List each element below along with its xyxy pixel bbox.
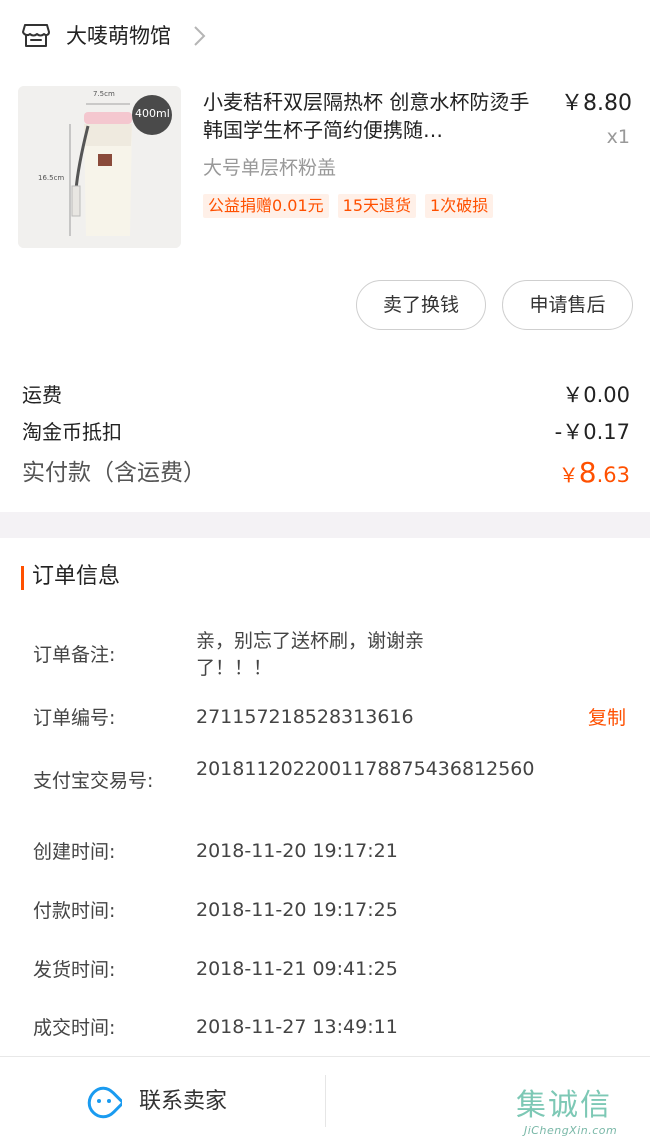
coin-deduction-row: 淘金币抵扣 -￥0.17 bbox=[22, 417, 630, 447]
product-sku: 大号单层杯粉盖 bbox=[203, 157, 337, 179]
paid-time-value: 2018-11-20 19:17:25 bbox=[196, 899, 398, 921]
paid-time-label: 付款时间: bbox=[33, 900, 116, 922]
height-label: 16.5cm bbox=[38, 174, 65, 182]
order-number-value: 271157218528313616 bbox=[196, 706, 414, 728]
watermark-logo-text: 集诚信 bbox=[516, 1088, 612, 1123]
chat-bubble-icon bbox=[87, 1086, 122, 1119]
total-currency: ￥ bbox=[558, 463, 579, 487]
shipped-time-value: 2018-11-21 09:41:25 bbox=[196, 958, 398, 980]
closed-time-label: 成交时间: bbox=[33, 1017, 116, 1039]
shipping-label: 运费 bbox=[22, 383, 62, 407]
alipay-trade-value: 2018112022001178875436812560 bbox=[196, 758, 535, 780]
order-number-label: 订单编号: bbox=[33, 707, 116, 729]
copy-button[interactable]: 复制 bbox=[588, 704, 626, 732]
tag-breakage: 1次破损 bbox=[425, 194, 494, 218]
alipay-trade-label: 支付宝交易号: bbox=[33, 770, 154, 792]
shop-name: 大唛萌物馆 bbox=[66, 24, 171, 48]
total-label: 实付款（含运费） bbox=[22, 460, 206, 486]
tag-return: 15天退货 bbox=[337, 194, 417, 218]
chevron-right-icon bbox=[194, 26, 206, 46]
total-row: 实付款（含运费） ￥8.63 bbox=[22, 456, 630, 490]
shop-header[interactable]: 大唛萌物馆 bbox=[0, 0, 650, 72]
after-sale-button[interactable]: 申请售后 bbox=[502, 280, 633, 330]
shipping-value: ￥0.00 bbox=[562, 383, 630, 407]
coin-deduction-value: -￥0.17 bbox=[554, 420, 630, 444]
total-value: ￥8.63 bbox=[559, 456, 630, 492]
bottom-divider bbox=[325, 1075, 326, 1127]
shipping-row: 运费 ￥0.00 bbox=[22, 380, 630, 410]
size-badge: 400ml bbox=[135, 107, 170, 120]
service-tags: 公益捐赠0.01元 15天退货 1次破损 bbox=[203, 194, 494, 218]
site-watermark: 集诚信 JiChengXin.com bbox=[516, 1088, 644, 1140]
created-time-label: 创建时间: bbox=[33, 841, 116, 863]
watermark-url: JiChengXin.com bbox=[524, 1124, 618, 1137]
sell-button[interactable]: 卖了换钱 bbox=[356, 280, 486, 330]
total-integer: 8 bbox=[578, 456, 597, 489]
total-decimal: .63 bbox=[596, 463, 630, 487]
width-label: 7.5cm bbox=[93, 90, 115, 98]
contact-seller-button[interactable]: 联系卖家 bbox=[70, 1067, 310, 1133]
store-icon bbox=[22, 24, 50, 47]
order-info-title: 订单信息 bbox=[32, 564, 121, 589]
section-accent-bar bbox=[21, 566, 24, 590]
created-time-value: 2018-11-20 19:17:21 bbox=[196, 840, 398, 862]
product-quantity: x1 bbox=[606, 126, 630, 148]
closed-time-value: 2018-11-27 13:49:11 bbox=[196, 1016, 398, 1038]
section-divider bbox=[0, 512, 650, 538]
coin-deduction-label: 淘金币抵扣 bbox=[22, 420, 122, 444]
remark-label: 订单备注: bbox=[33, 644, 116, 666]
tag-charity: 公益捐赠0.01元 bbox=[203, 194, 329, 218]
shipped-time-label: 发货时间: bbox=[33, 959, 116, 981]
product-image[interactable]: 400ml 7.5cm 16.5cm bbox=[18, 86, 181, 248]
contact-seller-label: 联系卖家 bbox=[139, 1089, 228, 1114]
product-price: ￥8.80 bbox=[561, 91, 632, 116]
product-title[interactable]: 小麦秸秆双层隔热杯 创意水杯防烫手韩国学生杯子简约便携随… bbox=[203, 88, 548, 144]
remark-value: 亲，别忘了送杯刷，谢谢亲了！！！ bbox=[196, 630, 425, 679]
